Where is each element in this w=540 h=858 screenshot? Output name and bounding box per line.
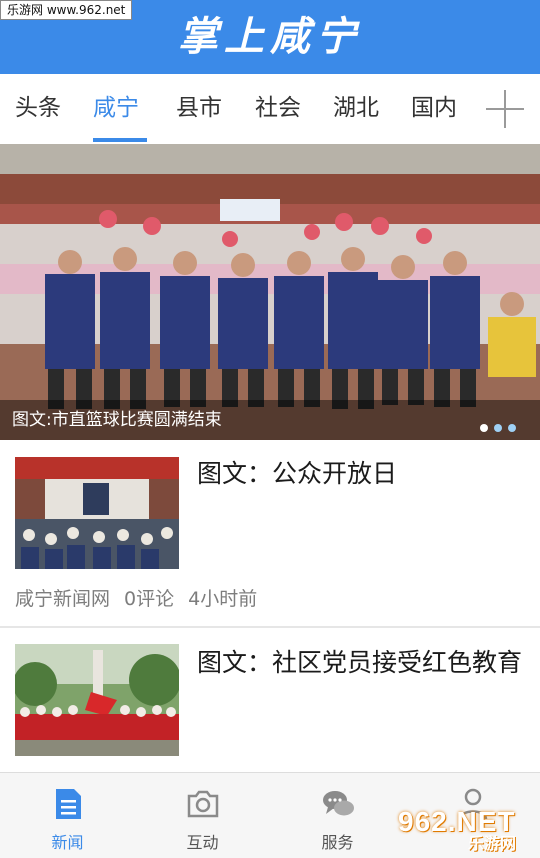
document-icon	[55, 789, 81, 819]
nav-label: 互动	[186, 833, 219, 852]
news-thumbnail	[15, 644, 179, 756]
news-item[interactable]: 图文：社区党员接受红色教育	[0, 628, 540, 770]
news-item[interactable]: 图文：公众开放日 咸宁新闻网 0评论 4小时前	[0, 440, 540, 626]
news-source: 咸宁新闻网	[15, 588, 111, 610]
plus-icon[interactable]	[486, 90, 524, 128]
nav-label: 服务	[321, 833, 354, 852]
watermark: 乐游网 www.962.net	[0, 0, 133, 20]
site-logo-subtext: 乐游网	[468, 834, 517, 853]
news-title[interactable]: 图文：公众开放日	[197, 457, 527, 491]
nav-news[interactable]: 新闻	[0, 773, 135, 858]
tab-hubei[interactable]: 湖北	[333, 92, 379, 124]
nav-service[interactable]: 服务	[270, 773, 405, 858]
tab-counties[interactable]: 县市	[176, 92, 222, 124]
banner-photo	[0, 144, 540, 440]
news-meta: 咸宁新闻网 0评论 4小时前	[15, 586, 271, 612]
tab-headlines[interactable]: 头条	[15, 92, 61, 124]
tab-society[interactable]: 社会	[255, 92, 301, 124]
carousel-dot[interactable]	[508, 424, 516, 432]
carousel-dot-active[interactable]	[480, 424, 488, 432]
banner-carousel[interactable]: 图文:市直篮球比赛圆满结束	[0, 144, 540, 440]
tab-xianning[interactable]: 咸宁	[93, 92, 139, 124]
news-thumbnail	[15, 457, 179, 569]
comment-count: 0评论	[124, 588, 175, 610]
tab-domestic[interactable]: 国内	[411, 92, 457, 124]
nav-interact[interactable]: 互动	[135, 773, 270, 858]
nav-label: 新闻	[51, 833, 84, 852]
camera-icon	[187, 790, 218, 818]
carousel-dots	[474, 417, 516, 436]
category-tabs: 头条 咸宁 县市 社会 湖北 国内	[0, 74, 540, 144]
banner-caption: 图文:市直篮球比赛圆满结束	[12, 410, 222, 430]
news-title[interactable]: 图文：社区党员接受红色教育	[197, 646, 527, 680]
news-time: 4小时前	[188, 588, 258, 610]
carousel-dot[interactable]	[494, 424, 502, 432]
active-tab-indicator	[93, 138, 147, 142]
chat-bubbles-icon	[322, 791, 354, 816]
site-logo-watermark: 962.NET 乐游网	[398, 800, 536, 853]
